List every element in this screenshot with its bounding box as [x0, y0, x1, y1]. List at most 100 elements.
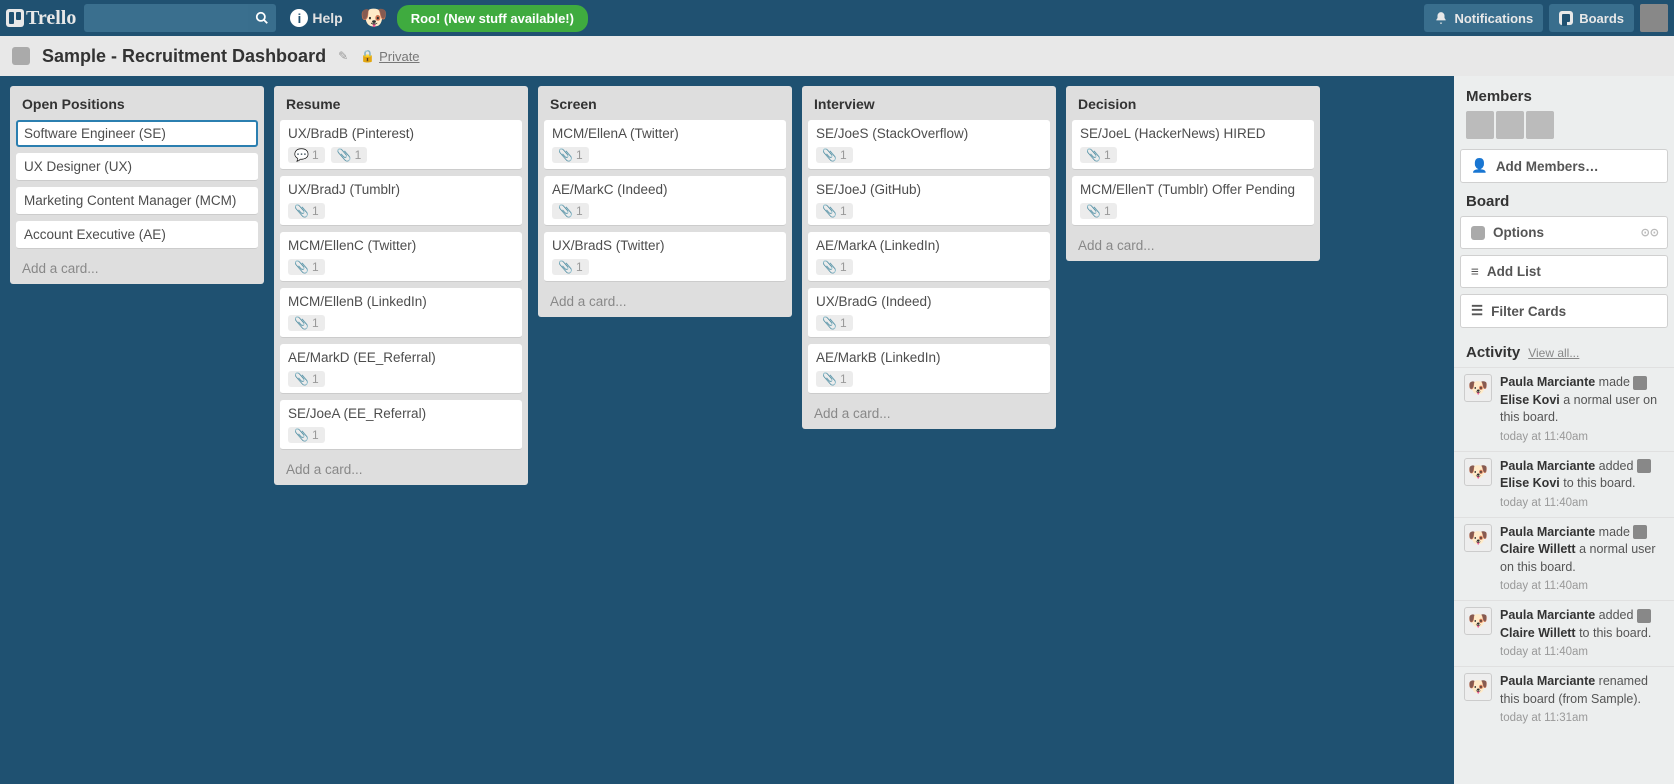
card-title: MCM/EllenC (Twitter) — [288, 238, 514, 253]
card-badges: 📎1 — [552, 259, 778, 275]
add-card[interactable]: Add a card... — [280, 456, 522, 479]
card[interactable]: UX/BradJ (Tumblr)📎1 — [280, 176, 522, 226]
add-card[interactable]: Add a card... — [16, 255, 258, 278]
member-avatar[interactable] — [1496, 111, 1524, 139]
attachments-badge: 📎1 — [1080, 147, 1117, 163]
activity-avatar[interactable]: 🐶 — [1464, 607, 1492, 635]
card[interactable]: AE/MarkC (Indeed) 📎1 — [544, 176, 786, 226]
list-header[interactable]: Resume — [280, 92, 522, 120]
list-icon: ≡ — [1471, 264, 1479, 279]
add-members-button[interactable]: 👤 Add Members… — [1460, 149, 1668, 183]
board-canvas: Open Positions Software Engineer (SE) UX D… — [0, 76, 1674, 784]
options-button[interactable]: Options ⊙⊙ — [1460, 216, 1668, 249]
boards-icon — [1559, 11, 1573, 25]
activity-view-all[interactable]: View all... — [1528, 346, 1579, 360]
card-title: AE/MarkC (Indeed) — [552, 182, 778, 197]
user-avatar[interactable] — [1640, 4, 1668, 32]
activity-item: 🐶Paula Marciante renamed this board (fro… — [1454, 666, 1674, 732]
activity-text: Paula Marciante made Claire Willett a no… — [1500, 524, 1664, 595]
card-title: Software Engineer (SE) — [24, 126, 250, 141]
list-header[interactable]: Open Positions — [16, 92, 258, 120]
add-card[interactable]: Add a card... — [544, 288, 786, 311]
attachments-badge: 📎1 — [288, 203, 325, 219]
privacy-link[interactable]: Private — [379, 49, 419, 64]
roo-banner[interactable]: Roo! (New stuff available!) — [397, 5, 588, 32]
card[interactable]: Account Executive (AE) — [16, 221, 258, 249]
card[interactable]: MCM/EllenB (LinkedIn)📎1 — [280, 288, 522, 338]
card[interactable]: AE/MarkA (LinkedIn)📎1 — [808, 232, 1050, 282]
boards-label: Boards — [1579, 11, 1624, 26]
activity-time: today at 11:40am — [1500, 578, 1664, 594]
member-avatar[interactable] — [1466, 111, 1494, 139]
global-header: Trello i Help 🐶 Roo! (New stuff availabl… — [0, 0, 1674, 36]
card-badges: 📎1 — [816, 147, 1042, 163]
card[interactable]: MCM/EllenA (Twitter) 📎1 — [544, 120, 786, 170]
activity-avatar[interactable]: 🐶 — [1464, 458, 1492, 486]
attachments-badge: 📎1 — [288, 315, 325, 331]
card[interactable]: MCM/EllenC (Twitter) 📎1 — [280, 232, 522, 282]
card-title: SE/JoeJ (GitHub) — [816, 182, 1042, 197]
card-badges: 📎1 — [816, 371, 1042, 387]
filter-cards-button[interactable]: ☰ Filter Cards — [1460, 294, 1668, 328]
card-badges: 📎1 — [552, 203, 778, 219]
member-avatar[interactable] — [1526, 111, 1554, 139]
card[interactable]: UX/BradB (Pinterest)💬1📎1 — [280, 120, 522, 170]
attachment-icon: 📎 — [822, 316, 837, 330]
card[interactable]: UX/BradG (Indeed)📎1 — [808, 288, 1050, 338]
activity-text: Paula Marciante added Elise Kovi to this… — [1500, 458, 1664, 511]
card[interactable]: Marketing Content Manager (MCM) — [16, 187, 258, 215]
card-badges: 📎1 — [816, 259, 1042, 275]
attachments-badge: 📎1 — [552, 147, 589, 163]
board-section-heading: Board — [1454, 189, 1674, 216]
edit-title-icon[interactable]: ✎ — [338, 49, 348, 63]
card[interactable]: UX Designer (UX) — [16, 153, 258, 181]
card[interactable]: SE/JoeJ (GitHub)📎1 — [808, 176, 1050, 226]
card[interactable]: UX/BradS (Twitter)📎1 — [544, 232, 786, 282]
attachments-badge: 📎1 — [1080, 203, 1117, 219]
card-badges: 💬1📎1 — [288, 147, 514, 163]
activity-avatar[interactable]: 🐶 — [1464, 374, 1492, 402]
notifications-button[interactable]: Notifications — [1424, 4, 1543, 32]
activity-avatar[interactable]: 🐶 — [1464, 524, 1492, 552]
search-button[interactable] — [248, 4, 276, 32]
attachment-icon: 📎 — [558, 148, 573, 162]
attachments-badge: 📎1 — [552, 203, 589, 219]
card-title: UX/BradG (Indeed) — [816, 294, 1042, 309]
filter-label: Filter Cards — [1491, 304, 1566, 319]
attachment-icon: 📎 — [822, 372, 837, 386]
activity-text: Paula Marciante made Elise Kovi a normal… — [1500, 374, 1664, 445]
card[interactable]: AE/MarkB (LinkedIn) 📎1 — [808, 344, 1050, 394]
search-box — [84, 4, 276, 32]
card-title: Account Executive (AE) — [24, 227, 250, 242]
card-title: SE/JoeS (StackOverflow) — [816, 126, 1042, 141]
board-header: Sample - Recruitment Dashboard ✎ 🔒 Priva… — [0, 36, 1674, 76]
board-title: Sample - Recruitment Dashboard — [42, 46, 326, 67]
help-link[interactable]: i Help — [290, 9, 342, 27]
card[interactable]: MCM/EllenT (Tumblr) Offer Pending📎1 — [1072, 176, 1314, 226]
logo[interactable]: Trello — [6, 7, 76, 30]
card[interactable]: SE/JoeS (StackOverflow) 📎1 — [808, 120, 1050, 170]
list-header[interactable]: Interview — [808, 92, 1050, 120]
boards-button[interactable]: Boards — [1549, 4, 1634, 32]
list-header[interactable]: Screen — [544, 92, 786, 120]
attachments-badge: 📎1 — [552, 259, 589, 275]
attachments-badge: 📎1 — [288, 259, 325, 275]
list-header[interactable]: Decision — [1072, 92, 1314, 120]
attachment-icon: 📎 — [558, 204, 573, 218]
card-title: SE/JoeL (HackerNews) HIRED — [1080, 126, 1306, 141]
options-expand-icon: ⊙⊙ — [1641, 226, 1659, 239]
card-title: AE/MarkB (LinkedIn) — [816, 350, 1042, 365]
add-card[interactable]: Add a card... — [1072, 232, 1314, 255]
card-title: MCM/EllenA (Twitter) — [552, 126, 778, 141]
card[interactable]: SE/JoeL (HackerNews) HIRED 📎1 — [1072, 120, 1314, 170]
board-icon — [12, 47, 30, 65]
mascot-icon: 🐶 — [357, 1, 391, 35]
add-list-button[interactable]: ≡ Add List — [1460, 255, 1668, 288]
card[interactable]: AE/MarkD (EE_Referral)📎1 — [280, 344, 522, 394]
search-input[interactable] — [84, 4, 248, 32]
add-card[interactable]: Add a card... — [808, 400, 1050, 423]
card[interactable]: SE/JoeA (EE_Referral)📎1 — [280, 400, 522, 450]
activity-avatar[interactable]: 🐶 — [1464, 673, 1492, 701]
help-label: Help — [312, 10, 342, 26]
card[interactable]: Software Engineer (SE) — [16, 120, 258, 147]
